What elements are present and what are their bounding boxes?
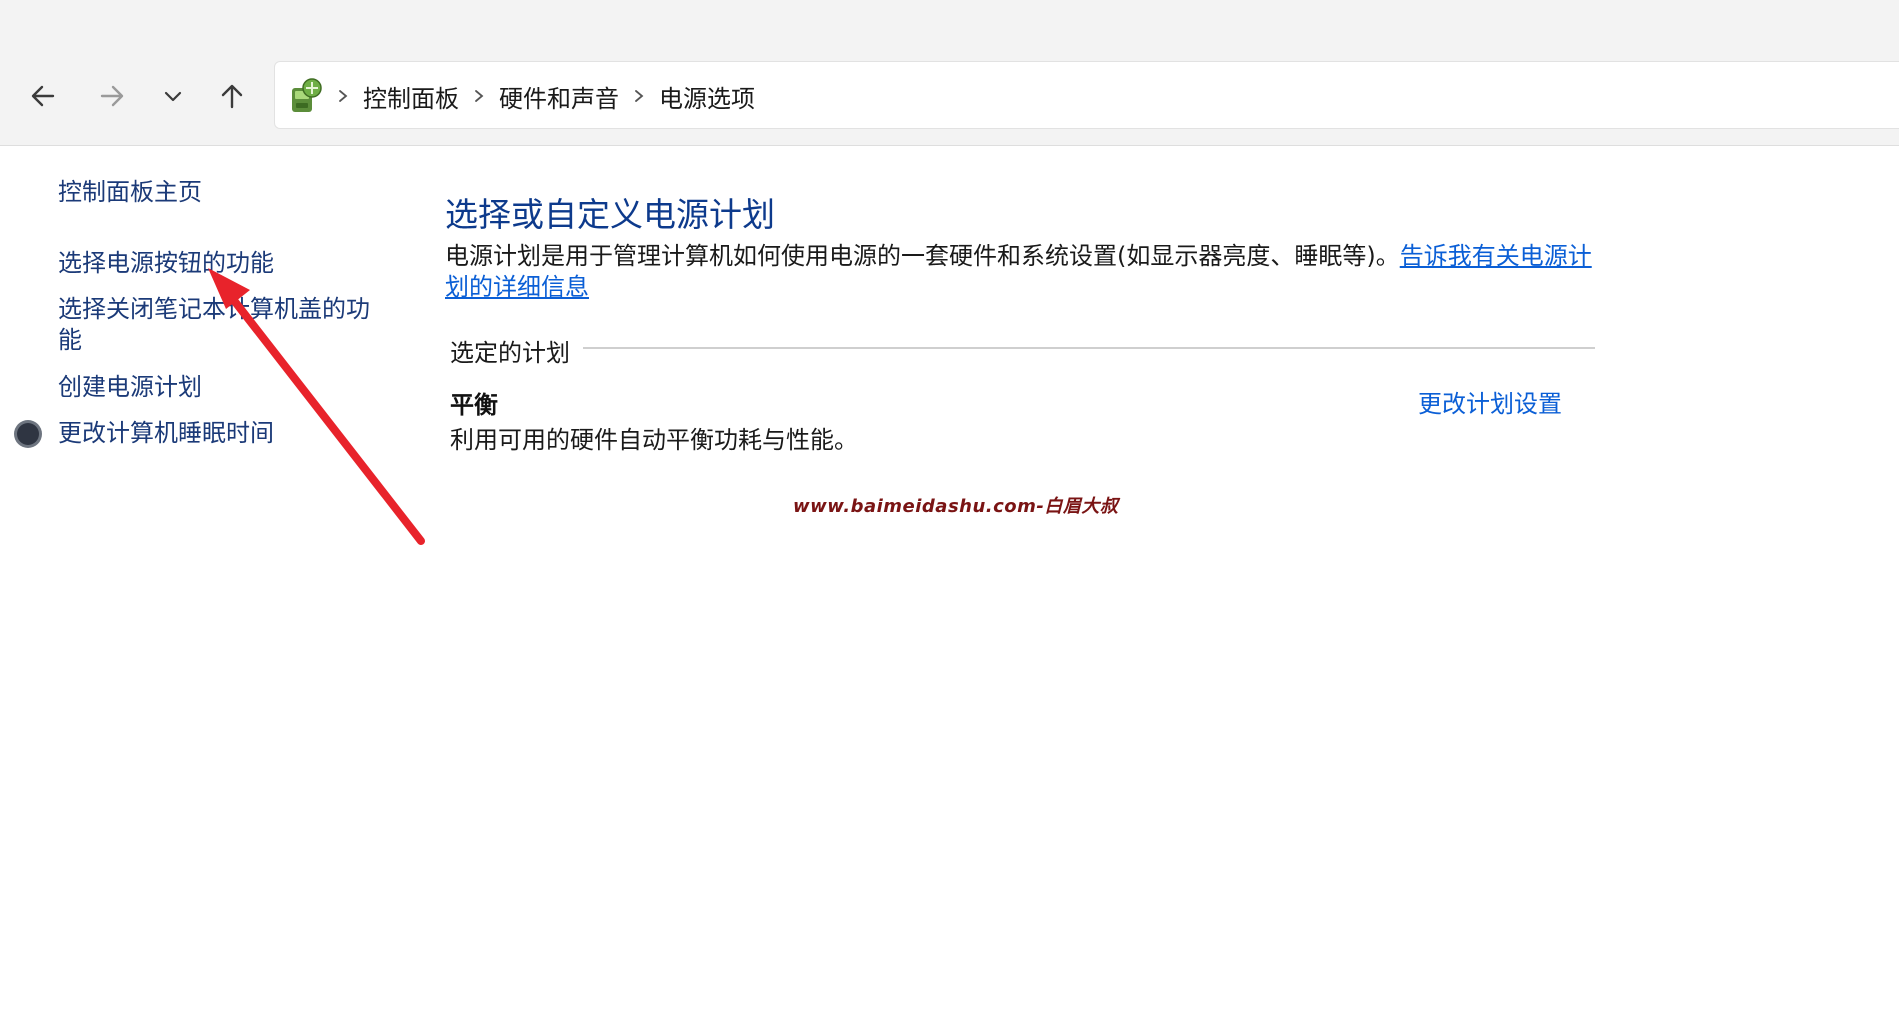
recent-locations-button[interactable] (149, 72, 197, 120)
sidebar-item-lid-close-function[interactable]: 选择关闭笔记本计算机盖的功能 (58, 294, 378, 356)
address-bar[interactable]: 控制面板 硬件和声音 电源选项 (274, 61, 1899, 129)
change-plan-settings-link[interactable]: 更改计划设置 (1418, 384, 1562, 419)
up-button[interactable] (208, 72, 256, 120)
description-text: 电源计划是用于管理计算机如何使用电源的一套硬件和系统设置(如显示器亮度、睡眠等)… (445, 242, 1400, 270)
navigation-bar: 控制面板 硬件和声音 电源选项 (0, 0, 1899, 146)
arrow-left-icon (31, 85, 55, 107)
section-label-selected-plan: 选定的计划 (450, 339, 570, 367)
arrow-up-icon (221, 84, 243, 109)
back-button[interactable] (19, 72, 67, 120)
sidebar-item-change-sleep-time[interactable]: 更改计算机睡眠时间 (58, 418, 378, 449)
sidebar-item-control-panel-home[interactable]: 控制面板主页 (58, 177, 378, 208)
arrow-right-icon (100, 85, 124, 107)
sidebar-item-create-power-plan[interactable]: 创建电源计划 (58, 372, 378, 403)
section-divider (583, 347, 1595, 349)
control-panel-window: 控制面板 硬件和声音 电源选项 控制面板主页 选择电源按钮的功能 选择关闭笔记本… (0, 0, 1899, 1021)
chevron-right-icon[interactable] (625, 62, 653, 130)
chevron-down-icon (164, 91, 182, 102)
breadcrumb: 控制面板 硬件和声音 电源选项 (329, 62, 761, 130)
chevron-right-icon[interactable] (465, 62, 493, 130)
breadcrumb-hardware-sound[interactable]: 硬件和声音 (493, 79, 625, 114)
chevron-right-icon[interactable] (329, 62, 357, 130)
plan-description: 利用可用的硬件自动平衡功耗与性能。 (450, 426, 858, 454)
control-panel-icon (292, 78, 322, 112)
watermark-text: www.baimeidashu.com-白眉大叔 (793, 496, 1119, 517)
page-title: 选择或自定义电源计划 (445, 195, 775, 234)
moon-icon (14, 420, 42, 448)
forward-button[interactable] (88, 72, 136, 120)
breadcrumb-power-options[interactable]: 电源选项 (653, 79, 761, 114)
sidebar-item-power-button-function[interactable]: 选择电源按钮的功能 (58, 248, 378, 279)
page-description: 电源计划是用于管理计算机如何使用电源的一套硬件和系统设置(如显示器亮度、睡眠等)… (445, 241, 1600, 303)
breadcrumb-control-panel[interactable]: 控制面板 (357, 79, 465, 114)
plan-name: 平衡 (450, 391, 498, 419)
